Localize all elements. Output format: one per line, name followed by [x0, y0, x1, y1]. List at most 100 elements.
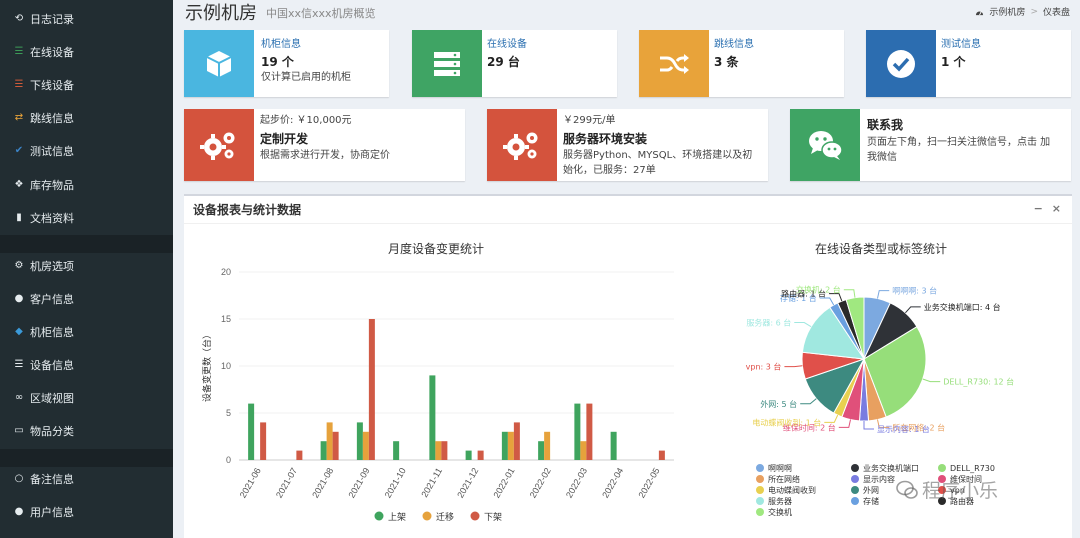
bar[interactable] — [507, 431, 514, 460]
sidebar-item-11[interactable]: ∞ 区域视图 — [0, 381, 173, 414]
legend-label[interactable]: 电动蝶阀收到 — [768, 485, 816, 495]
promo-title: 定制开发 — [260, 132, 309, 146]
legend-label[interactable]: 所在网络 — [768, 474, 800, 484]
pie-label-line — [784, 365, 803, 368]
pie-label-line — [838, 419, 852, 428]
sidebar-item-13[interactable]: ○ 备注信息 — [0, 462, 173, 495]
page-subtitle: 中国xx信xxx机房概览 — [266, 7, 376, 20]
bar[interactable] — [574, 403, 581, 460]
bar[interactable] — [260, 422, 267, 460]
bar[interactable] — [441, 441, 448, 460]
legend-label[interactable]: 存储 — [863, 496, 879, 506]
bar[interactable] — [356, 422, 363, 460]
y-tick-label: 5 — [226, 408, 231, 418]
bar[interactable] — [368, 319, 375, 460]
promo-icon-box — [790, 109, 860, 181]
legend-label[interactable]: 迁移 — [436, 511, 454, 523]
sidebar-item-label: 跳线信息 — [30, 111, 74, 125]
sidebar-item-6[interactable]: ▮ 文档资料 — [0, 201, 173, 234]
minimize-button[interactable]: − — [1034, 202, 1043, 215]
x-tick-label: 2021-10 — [383, 466, 408, 500]
binoculars-icon: ∞ — [14, 392, 24, 403]
promo-contact[interactable]: 联系我 页面左下角，扫一扫关注微信号，点击 加 我微信 — [790, 109, 1071, 181]
stat-box-patch-cords[interactable]: 跳线信息 3 条 — [639, 30, 844, 97]
legend-label[interactable]: 外网 — [863, 485, 879, 495]
sidebar-item-2[interactable]: ☰ 下线设备 — [0, 68, 173, 101]
legend-marker — [756, 464, 764, 472]
bar[interactable] — [610, 431, 617, 460]
legend-label[interactable]: 业务交换机端口 — [863, 463, 919, 473]
x-tick-label: 2022-05 — [636, 466, 661, 500]
sidebar-item-10[interactable]: ☰ 设备信息 — [0, 348, 173, 381]
stat-box-cabinets[interactable]: 机柜信息 19 个 仅计算已启用的机柜 — [184, 30, 389, 97]
promo-server-setup[interactable]: ￥299元/单 服务器环境安装 服务器Python、MYSQL、环境搭建以及初 … — [487, 109, 768, 181]
breadcrumb-separator: > — [1030, 6, 1038, 17]
bar[interactable] — [435, 441, 442, 460]
bar[interactable] — [658, 450, 665, 460]
legend-label[interactable]: DELL_R730 — [950, 464, 995, 473]
bar[interactable] — [580, 441, 587, 460]
bar[interactable] — [513, 422, 520, 460]
promo-desc-line2: 始化，已服务：27单 — [563, 165, 656, 176]
legend-marker — [756, 486, 764, 494]
sidebar-item-4[interactable]: ✔ 测试信息 — [0, 134, 173, 167]
sidebar-item-1[interactable]: ☰ 在线设备 — [0, 35, 173, 68]
sidebar-item-12[interactable]: ▭ 物品分类 — [0, 414, 173, 447]
pie-label-line — [800, 398, 817, 405]
folder-icon: ▭ — [14, 425, 24, 436]
promo-icon-box — [184, 109, 254, 181]
breadcrumb-home[interactable]: 示例机房 — [989, 5, 1025, 18]
pie-data-label: DELL_R730: 12 台 — [943, 377, 1014, 387]
legend-label[interactable]: 显示内容 — [863, 474, 895, 484]
sidebar-item-label: 库存物品 — [30, 178, 74, 192]
sidebar-item-3[interactable]: ⇄ 跳线信息 — [0, 101, 173, 134]
cubes-icon: ❖ — [14, 179, 24, 190]
x-tick-label: 2021-11 — [419, 466, 444, 499]
pie-data-label: 电动蝶阀收到: 1 台 — [752, 417, 821, 427]
sidebar-item-5[interactable]: ❖ 库存物品 — [0, 168, 173, 201]
cogs-icon: ⚙ — [14, 260, 24, 271]
sidebar-item-9[interactable]: ◆ 机柜信息 — [0, 315, 173, 348]
close-button[interactable]: × — [1052, 202, 1061, 215]
promo-icon-box — [487, 109, 557, 181]
y-tick-label: 20 — [221, 267, 231, 277]
bar[interactable] — [320, 441, 327, 460]
bar[interactable] — [326, 422, 333, 460]
server-red-icon: ☰ — [14, 79, 24, 90]
stat-box-tests[interactable]: 测试信息 1 个 — [866, 30, 1071, 97]
pie-chart: 啊啊啊: 3 台业务交换机端口: 4 台DELL_R730: 12 台所在网络:… — [746, 285, 1015, 517]
stat-icon-box — [184, 30, 254, 97]
promo-custom-dev[interactable]: 起步价: ￥10,000元 定制开发 根据需求进行开发，协商定价 — [184, 109, 465, 181]
bar[interactable] — [477, 450, 484, 460]
sidebar-item-8[interactable]: ● 客户信息 — [0, 282, 173, 315]
bar[interactable] — [538, 441, 545, 460]
bar[interactable] — [586, 403, 593, 460]
sidebar-item-label: 设备信息 — [30, 358, 74, 372]
sidebar-item-label: 用户信息 — [30, 505, 74, 519]
cogs-icon — [503, 132, 538, 160]
legend-marker — [938, 464, 946, 472]
bar[interactable] — [501, 431, 508, 460]
watermark-logo-icon — [896, 480, 918, 499]
stat-box-online-devices[interactable]: 在线设备 29 台 — [412, 30, 617, 97]
sidebar-item-14[interactable]: ● 用户信息 — [0, 495, 173, 528]
legend-label[interactable]: 啊啊啊 — [768, 464, 792, 473]
sidebar-item-7[interactable]: ⚙ 机房选项 — [0, 249, 173, 282]
legend-label[interactable]: 服务器 — [768, 496, 792, 506]
bar[interactable] — [465, 450, 472, 460]
legend-marker — [422, 511, 432, 521]
sidebar-item-0[interactable]: ⟲ 日志记录 — [0, 2, 173, 35]
bar[interactable] — [362, 431, 369, 460]
bar[interactable] — [429, 375, 436, 460]
bar[interactable] — [332, 431, 339, 460]
bar[interactable] — [393, 441, 400, 460]
pie-data-label: 服务器: 6 台 — [746, 318, 791, 328]
legend-label[interactable]: 上架 — [388, 512, 406, 523]
bar[interactable] — [296, 450, 303, 460]
legend-label[interactable]: 下架 — [484, 512, 502, 523]
book-icon: ▮ — [16, 212, 22, 223]
bar[interactable] — [544, 431, 551, 460]
legend-label[interactable]: 交换机 — [768, 507, 792, 517]
x-tick-label: 2021-12 — [455, 466, 480, 500]
bar[interactable] — [248, 403, 255, 460]
